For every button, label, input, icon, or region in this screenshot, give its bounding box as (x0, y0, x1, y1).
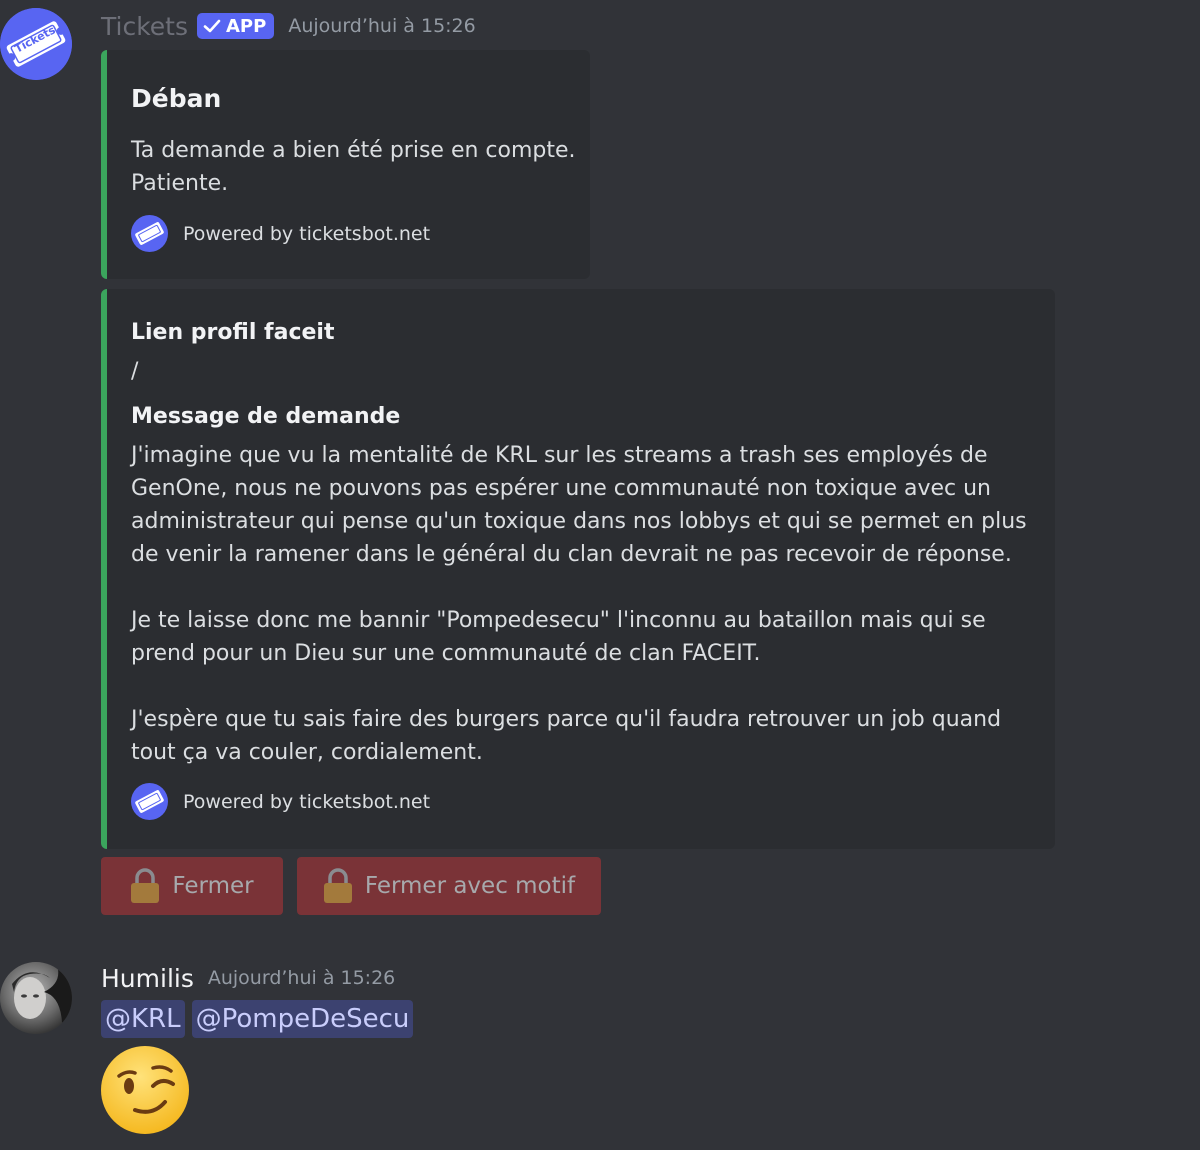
field-value-line: tout ça va couler, cordialement. (131, 740, 483, 765)
embed-footer-text: Powered by ticketsbot.net (183, 790, 431, 813)
close-with-reason-button-label: Fermer avec motif (364, 873, 576, 899)
close-with-reason-button[interactable]: Fermer avec motif (297, 857, 601, 915)
field-value-line: Je te laisse donc me bannir "Pompedesecu… (131, 608, 986, 633)
verified-check-icon (203, 19, 221, 33)
user-timestamp[interactable]: Aujourd’hui à 15:26 (208, 967, 395, 989)
embed-title: Déban (131, 84, 222, 113)
field-value-line: J'espère que tu sais faire des burgers p… (131, 707, 1002, 732)
field-value-line: administrateur qui pense qu'un toxique d… (131, 509, 1027, 534)
field-value-line: de venir la ramener dans le général du c… (131, 542, 1012, 567)
embed-deban: Déban Ta demande a bien été prise en com… (101, 50, 590, 279)
mention-pompedesecu[interactable]: @PompeDeSecu (191, 1000, 414, 1038)
embed-request: Lien profil faceit / Message de demande … (101, 289, 1055, 849)
embed-description-line-2: Patiente. (131, 171, 229, 196)
user-username[interactable]: Humilis (101, 964, 194, 993)
app-badge: APP (197, 13, 275, 39)
embed-footer: Powered by ticketsbot.net (131, 783, 430, 820)
embed-footer: Powered by ticketsbot.net (131, 215, 430, 252)
field-name-faceit: Lien profil faceit (131, 320, 335, 345)
wink-emoji-icon[interactable] (101, 1046, 189, 1134)
mention-krl[interactable]: @KRL (101, 1000, 185, 1038)
user-portrait-icon (0, 962, 72, 1034)
tickets-footer-icon (131, 783, 168, 820)
lock-icon (131, 868, 160, 903)
mentions-row: @KRL @PompeDeSecu (101, 1000, 414, 1038)
user-message-header: Humilis Aujourd’hui à 15:26 (101, 962, 395, 994)
tickets-footer-icon (131, 215, 168, 252)
embed-footer-text: Powered by ticketsbot.net (183, 222, 431, 245)
bot-message-header: Tickets APP Aujourd’hui à 15:26 (101, 10, 476, 42)
field-value-line: J'imagine que vu la mentalité de KRL sur… (131, 443, 988, 468)
field-value-faceit: / (131, 359, 139, 384)
close-button-label: Fermer (172, 873, 254, 899)
bot-timestamp[interactable]: Aujourd’hui à 15:26 (288, 15, 475, 37)
field-value-line: GenOne, nous ne pouvons pas espérer une … (131, 476, 991, 501)
app-badge-label: APP (226, 15, 267, 37)
embed-description-line-1: Ta demande a bien été prise en compte. (131, 138, 576, 163)
lock-icon (323, 868, 352, 903)
field-value-line: prend pour un Dieu sur une communauté de… (131, 641, 761, 666)
field-name-message: Message de demande (131, 404, 401, 429)
bot-username[interactable]: Tickets (101, 12, 188, 41)
close-button[interactable]: Fermer (101, 857, 283, 915)
user-avatar[interactable] (0, 962, 72, 1034)
